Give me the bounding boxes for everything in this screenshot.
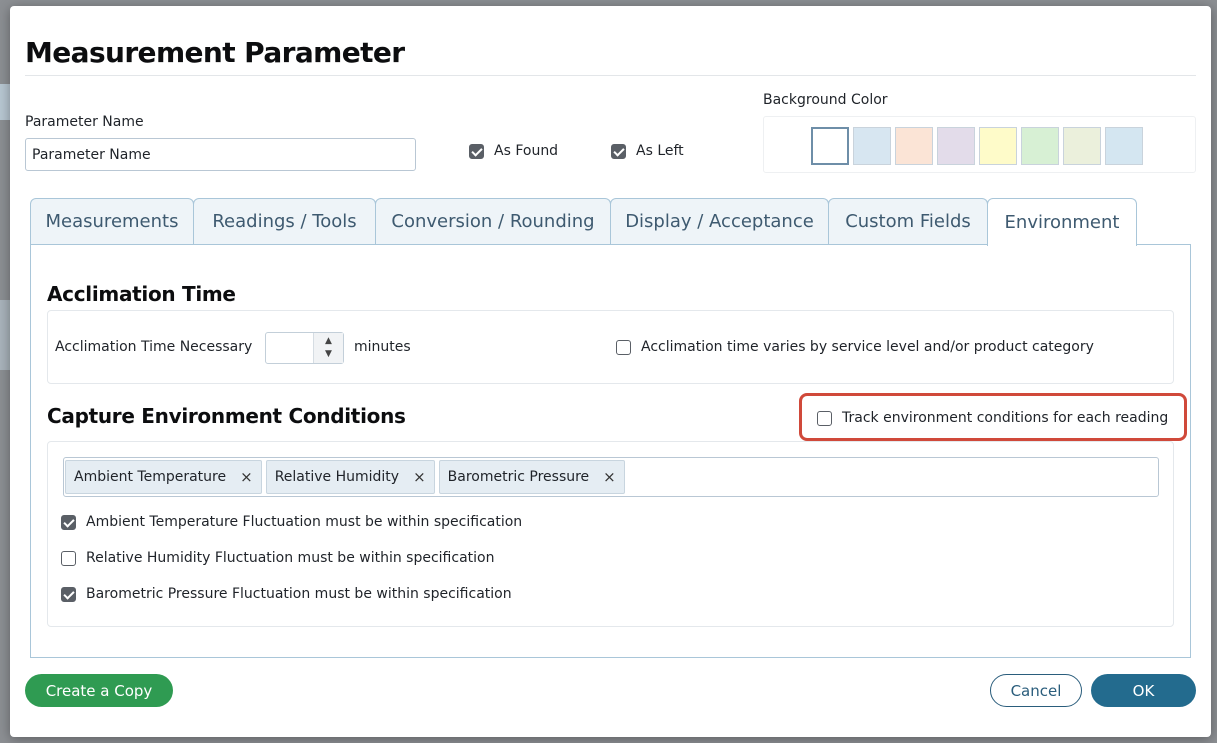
measurement-parameter-dialog: Measurement Parameter Parameter Name As … bbox=[10, 6, 1211, 737]
stepper-down-icon[interactable]: ▼ bbox=[325, 348, 332, 361]
ambient-fluctuation-label: Ambient Temperature Fluctuation must be … bbox=[86, 514, 523, 530]
acclimation-minutes-stepper[interactable]: ▲ ▼ bbox=[265, 332, 344, 364]
background-color-label: Background Color bbox=[763, 92, 888, 108]
tag-barometric-pressure: Barometric Pressure × bbox=[438, 460, 625, 494]
pressure-fluctuation-label: Barometric Pressure Fluctuation must be … bbox=[86, 586, 512, 602]
acclimation-varies-label: Acclimation time varies by service level… bbox=[641, 339, 1094, 355]
parameter-name-input[interactable] bbox=[25, 138, 416, 171]
tab-measurements[interactable]: Measurements bbox=[30, 198, 194, 244]
humidity-fluctuation-label: Relative Humidity Fluctuation must be wi… bbox=[86, 550, 495, 566]
tab-display-acceptance[interactable]: Display / Acceptance bbox=[610, 198, 829, 244]
environment-conditions-multiselect[interactable]: Ambient Temperature × Relative Humidity … bbox=[63, 457, 1159, 497]
dialog-title: Measurement Parameter bbox=[25, 36, 405, 69]
color-swatch-lavender[interactable] bbox=[937, 127, 975, 165]
stepper-buttons[interactable]: ▲ ▼ bbox=[313, 333, 343, 363]
tag-relative-humidity: Relative Humidity × bbox=[265, 460, 435, 494]
tag-ambient-temperature: Ambient Temperature × bbox=[65, 460, 262, 494]
as-left-checkbox[interactable]: As Left bbox=[611, 143, 684, 159]
tab-conversion-rounding[interactable]: Conversion / Rounding bbox=[375, 198, 611, 244]
title-divider bbox=[25, 75, 1196, 76]
color-swatch-blue[interactable] bbox=[853, 127, 891, 165]
create-copy-button[interactable]: Create a Copy bbox=[25, 674, 173, 707]
acclimation-necessary-label: Acclimation Time Necessary bbox=[55, 339, 253, 355]
remove-tag-icon[interactable]: × bbox=[240, 468, 253, 486]
tag-label: Barometric Pressure bbox=[447, 469, 590, 485]
environment-panel: Acclimation Time Acclimation Time Necess… bbox=[30, 244, 1191, 658]
environment-conditions-card: Ambient Temperature × Relative Humidity … bbox=[47, 441, 1174, 627]
color-swatch-sage[interactable] bbox=[1063, 127, 1101, 165]
background-app-strip bbox=[0, 300, 10, 370]
as-left-check-icon bbox=[611, 143, 626, 159]
capture-environment-heading: Capture Environment Conditions bbox=[47, 404, 406, 428]
acclimation-time-heading: Acclimation Time bbox=[47, 282, 236, 306]
track-environment-box bbox=[817, 410, 832, 426]
color-swatch-list bbox=[811, 127, 1143, 165]
color-swatch-light-blue[interactable] bbox=[1105, 127, 1143, 165]
remove-tag-icon[interactable]: × bbox=[413, 468, 426, 486]
color-swatch-peach[interactable] bbox=[895, 127, 933, 165]
tag-label: Ambient Temperature bbox=[74, 469, 227, 485]
acclimation-varies-box bbox=[616, 339, 631, 355]
ambient-fluctuation-check-icon bbox=[61, 514, 76, 530]
color-swatch-white[interactable] bbox=[811, 127, 849, 165]
as-found-label: As Found bbox=[494, 143, 559, 159]
tab-readings-tools[interactable]: Readings / Tools bbox=[193, 198, 376, 244]
as-found-checkbox[interactable]: As Found bbox=[469, 143, 558, 159]
as-found-check-icon bbox=[469, 143, 484, 159]
humidity-fluctuation-checkbox[interactable]: Relative Humidity Fluctuation must be wi… bbox=[61, 550, 494, 566]
tab-environment[interactable]: Environment bbox=[987, 198, 1137, 246]
acclimation-varies-checkbox[interactable]: Acclimation time varies by service level… bbox=[616, 339, 1094, 355]
stepper-up-icon[interactable]: ▲ bbox=[325, 335, 332, 348]
track-environment-label: Track environment conditions for each re… bbox=[842, 410, 1169, 426]
remove-tag-icon[interactable]: × bbox=[603, 468, 616, 486]
acclimation-card: Acclimation Time Necessary ▲ ▼ minutes A… bbox=[47, 310, 1174, 384]
ambient-fluctuation-checkbox[interactable]: Ambient Temperature Fluctuation must be … bbox=[61, 514, 522, 530]
humidity-fluctuation-box bbox=[61, 550, 76, 566]
pressure-fluctuation-checkbox[interactable]: Barometric Pressure Fluctuation must be … bbox=[61, 586, 512, 602]
color-swatch-yellow[interactable] bbox=[979, 127, 1017, 165]
track-environment-checkbox[interactable]: Track environment conditions for each re… bbox=[817, 410, 1168, 426]
tag-label: Relative Humidity bbox=[274, 469, 400, 485]
cancel-button[interactable]: Cancel bbox=[990, 674, 1082, 707]
minutes-label: minutes bbox=[354, 339, 411, 355]
parameter-name-label: Parameter Name bbox=[25, 114, 144, 130]
pressure-fluctuation-check-icon bbox=[61, 586, 76, 602]
ok-button[interactable]: OK bbox=[1091, 674, 1196, 707]
color-swatch-green[interactable] bbox=[1021, 127, 1059, 165]
tab-custom-fields[interactable]: Custom Fields bbox=[828, 198, 988, 244]
as-left-label: As Left bbox=[636, 143, 684, 159]
background-color-picker bbox=[763, 116, 1196, 173]
background-app-strip bbox=[0, 84, 10, 120]
